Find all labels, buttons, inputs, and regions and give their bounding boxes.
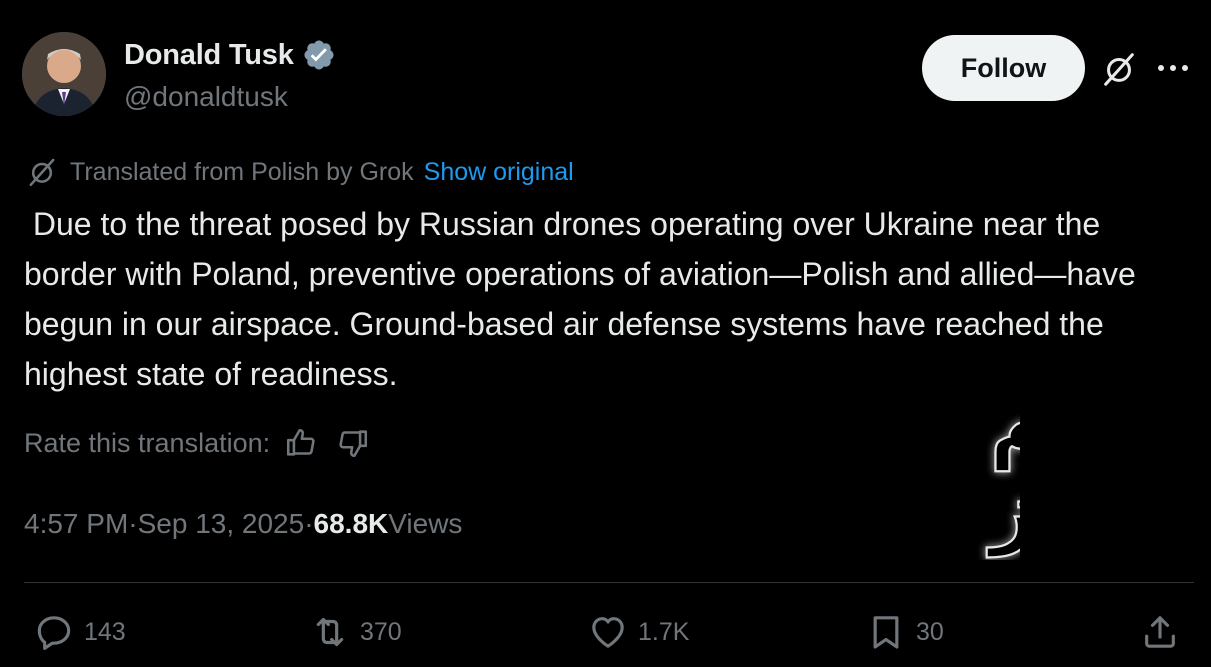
tweet-meta: 4:57 PM · Sep 13, 2025 · 68.8K Views	[24, 508, 462, 540]
bookmark-icon	[873, 616, 899, 649]
share-button[interactable]	[1140, 612, 1180, 652]
follow-button[interactable]: Follow	[922, 35, 1085, 101]
svg-text:نظام: نظام	[990, 378, 1020, 472]
author-name-row: Donald Tusk	[124, 38, 336, 72]
verified-badge-icon	[304, 40, 334, 70]
divider	[24, 582, 1194, 583]
reply-button[interactable]: 143	[34, 612, 126, 652]
avatar[interactable]	[22, 32, 106, 116]
tweet-text: Due to the threat posed by Russian drone…	[24, 206, 1145, 392]
translation-label: Translated from Polish by Grok	[70, 157, 414, 186]
translation-note: Translated from Polish by Grok Show orig…	[26, 156, 574, 188]
author-handle[interactable]: @donaldtusk	[124, 81, 288, 113]
reply-icon	[37, 616, 71, 650]
tweet-date[interactable]: Sep 13, 2025	[138, 508, 305, 540]
grok-icon	[29, 158, 55, 187]
reply-count: 143	[84, 617, 126, 646]
show-original-link[interactable]: Show original	[424, 158, 574, 187]
repost-count: 370	[360, 617, 402, 646]
meta-separator: ·	[128, 508, 138, 539]
author-name[interactable]: Donald Tusk	[124, 39, 294, 72]
bookmark-count: 30	[916, 617, 944, 646]
thumbs-up-icon[interactable]	[284, 426, 318, 460]
watermark-logo: نظام نیوز	[770, 370, 1188, 560]
views-count: 68.8K	[313, 508, 389, 539]
views-label: Views	[388, 508, 463, 539]
grok-icon[interactable]	[1100, 50, 1138, 88]
repost-button[interactable]: 370	[310, 612, 402, 652]
like-count: 1.7K	[638, 617, 690, 646]
tweet-card: Donald Tusk @donaldtusk Follow Translate…	[0, 0, 1211, 667]
thumbs-down-icon[interactable]	[336, 426, 370, 460]
repost-icon	[316, 617, 344, 647]
svg-text:نیوز: نیوز	[986, 464, 1020, 558]
bookmark-button[interactable]: 30	[866, 612, 944, 652]
tweet-time[interactable]: 4:57 PM	[24, 508, 128, 540]
rate-translation-label: Rate this translation:	[24, 427, 271, 458]
like-button[interactable]: 1.7K	[588, 612, 689, 652]
share-icon	[1145, 616, 1175, 648]
heart-icon	[592, 617, 624, 648]
meta-separator: ·	[304, 508, 314, 539]
more-icon[interactable]	[1158, 56, 1194, 80]
rate-translation-row: Rate this translation:	[24, 426, 370, 460]
